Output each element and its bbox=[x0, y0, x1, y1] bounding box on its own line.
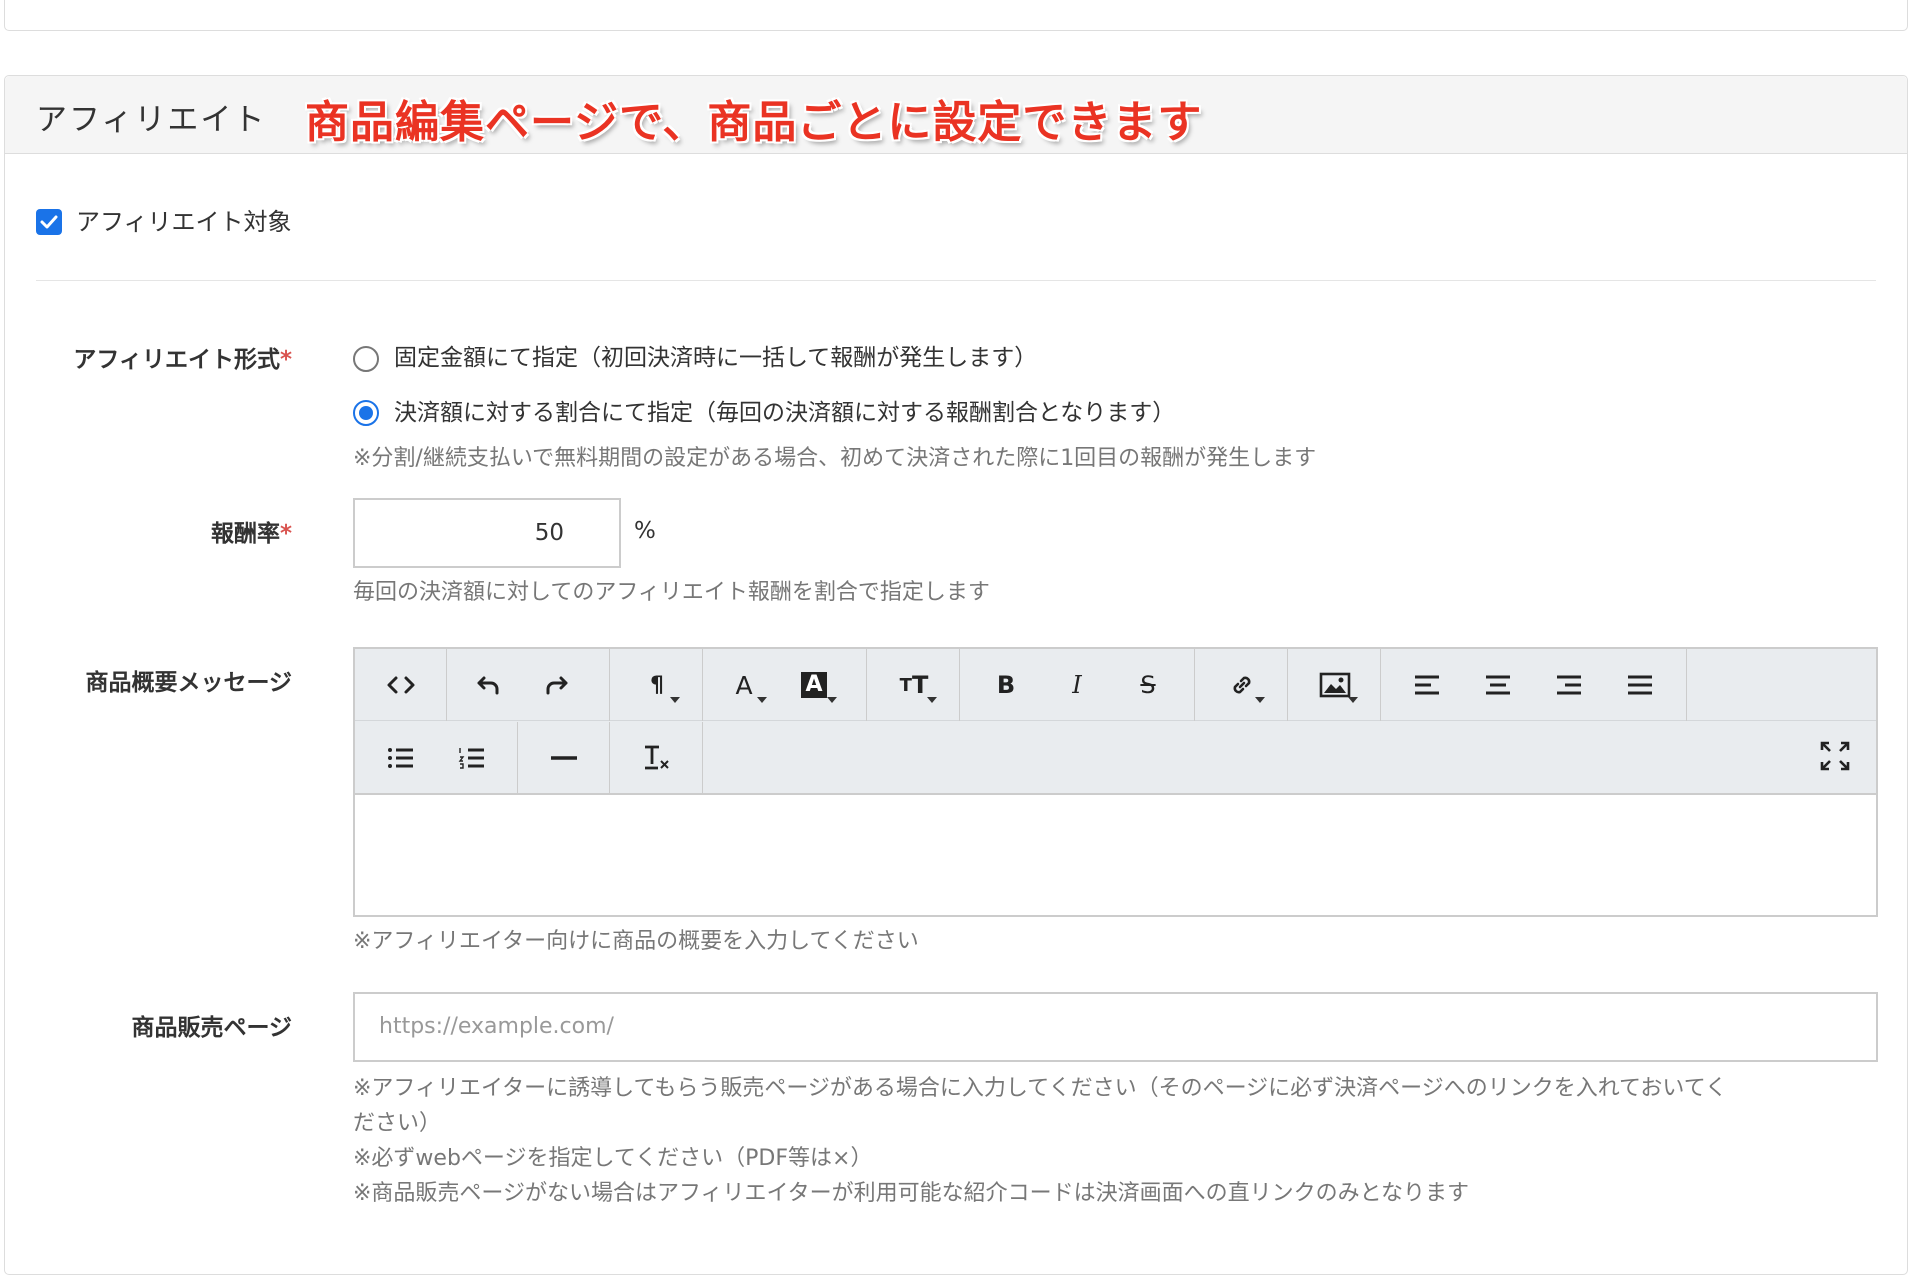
paragraph-icon[interactable]: ¶ bbox=[632, 661, 682, 709]
radio-percentage[interactable] bbox=[353, 400, 379, 426]
toolbar-group: TT bbox=[867, 649, 960, 721]
undo-icon[interactable] bbox=[462, 661, 512, 709]
radio-fixed-amount[interactable] bbox=[353, 346, 379, 372]
help-line: ※必ずwebページを指定してください（PDF等は×） bbox=[353, 1146, 873, 1171]
affiliate-target-checkbox[interactable] bbox=[36, 209, 62, 235]
toolbar-group bbox=[1288, 649, 1381, 721]
align-center-icon[interactable] bbox=[1473, 661, 1523, 709]
code-view-icon[interactable] bbox=[376, 661, 426, 709]
clear-format-icon[interactable] bbox=[632, 734, 682, 782]
url-placeholder: https://example.com/ bbox=[379, 1014, 614, 1039]
toolbar-group bbox=[1195, 649, 1288, 721]
toolbar-group bbox=[610, 722, 703, 794]
font-size-icon[interactable]: TT bbox=[889, 661, 939, 709]
product-message-label: 商品概要メッセージ bbox=[85, 670, 292, 696]
italic-icon[interactable]: I bbox=[1052, 661, 1102, 709]
toolbar-group: A A bbox=[703, 649, 867, 721]
toolbar-group bbox=[1381, 649, 1687, 721]
toolbar-row bbox=[355, 722, 1876, 794]
sales-page-url-input[interactable]: https://example.com/ bbox=[353, 992, 1878, 1062]
font-color-icon[interactable]: A bbox=[719, 661, 769, 709]
help-line: ※商品販売ページがない場合はアフィリエイターが利用可能な紹介コードは決済画面への… bbox=[353, 1181, 1470, 1206]
help-line: ださい） bbox=[353, 1111, 442, 1136]
checkmark-icon bbox=[40, 215, 58, 229]
toolbar-group bbox=[355, 649, 447, 721]
toolbar-group bbox=[447, 649, 610, 721]
align-justify-icon[interactable] bbox=[1615, 661, 1665, 709]
panel-title: アフィリエイト bbox=[36, 102, 267, 138]
radio-percentage-label[interactable]: 決済額に対する割合にて指定（毎回の決済額に対する報酬割合となります） bbox=[394, 393, 1175, 427]
required-mark: * bbox=[279, 521, 292, 547]
reward-rate-input[interactable]: 50 bbox=[353, 498, 621, 568]
horizontal-rule-icon[interactable] bbox=[539, 734, 589, 782]
toolbar-row: ¶ A A TT B I S bbox=[355, 649, 1876, 721]
sales-page-label: 商品販売ページ bbox=[131, 1015, 292, 1041]
reward-rate-label: 報酬率* bbox=[0, 514, 292, 548]
previous-panel bbox=[4, 0, 1908, 31]
affiliate-target-label: アフィリエイト対象 bbox=[76, 208, 292, 236]
toolbar-group: ¶ bbox=[610, 649, 703, 721]
panel-header: アフィリエイト 商品編集ページで、商品ごとに設定できます bbox=[5, 76, 1907, 154]
help-line: ※アフィリエイターに誘導してもらう販売ページがある場合に入力してください（そのペ… bbox=[353, 1076, 1728, 1101]
highlight-color-icon[interactable]: A bbox=[789, 661, 839, 709]
divider bbox=[36, 280, 1876, 281]
bold-icon[interactable]: B bbox=[981, 661, 1031, 709]
toolbar-group bbox=[518, 722, 610, 794]
bullet-list-icon[interactable] bbox=[376, 734, 426, 782]
product-message-help: ※アフィリエイター向けに商品の概要を入力してください bbox=[353, 929, 919, 954]
redo-icon[interactable] bbox=[533, 661, 583, 709]
image-icon[interactable] bbox=[1310, 661, 1360, 709]
numbered-list-icon[interactable] bbox=[447, 734, 497, 782]
strikethrough-icon[interactable]: S bbox=[1123, 661, 1173, 709]
required-mark: * bbox=[279, 347, 292, 373]
radio-fixed-amount-label[interactable]: 固定金額にて指定（初回決済時に一括して報酬が発生します） bbox=[394, 338, 1037, 372]
align-right-icon[interactable] bbox=[1544, 661, 1594, 709]
affiliate-format-label: アフィリエイト形式* bbox=[0, 340, 292, 374]
affiliate-format-label-text: アフィリエイト形式 bbox=[73, 347, 280, 373]
sales-page-help: ※アフィリエイターに誘導してもらう販売ページがある場合に入力してください（そのペ… bbox=[353, 1071, 1883, 1211]
editor-toolbar: ¶ A A TT B I S bbox=[355, 649, 1876, 795]
fullscreen-icon[interactable] bbox=[1810, 732, 1860, 780]
link-icon[interactable] bbox=[1217, 661, 1267, 709]
reward-rate-label-text: 報酬率 bbox=[210, 521, 280, 547]
reward-rate-help: 毎回の決済額に対してのアフィリエイト報酬を割合で指定します bbox=[353, 580, 990, 605]
align-left-icon[interactable] bbox=[1402, 661, 1452, 709]
toolbar-group bbox=[355, 722, 518, 794]
toolbar-group: B I S bbox=[960, 649, 1195, 721]
format-help-text: ※分割/継続支払いで無料期間の設定がある場合、初めて決済された際に1回目の報酬が… bbox=[353, 446, 1317, 471]
percent-unit: % bbox=[634, 518, 656, 544]
annotation-callout: 商品編集ページで、商品ごとに設定できます bbox=[305, 97, 1203, 148]
rich-text-editor: ¶ A A TT B I S bbox=[353, 647, 1878, 917]
editor-content-area[interactable] bbox=[355, 795, 1876, 915]
